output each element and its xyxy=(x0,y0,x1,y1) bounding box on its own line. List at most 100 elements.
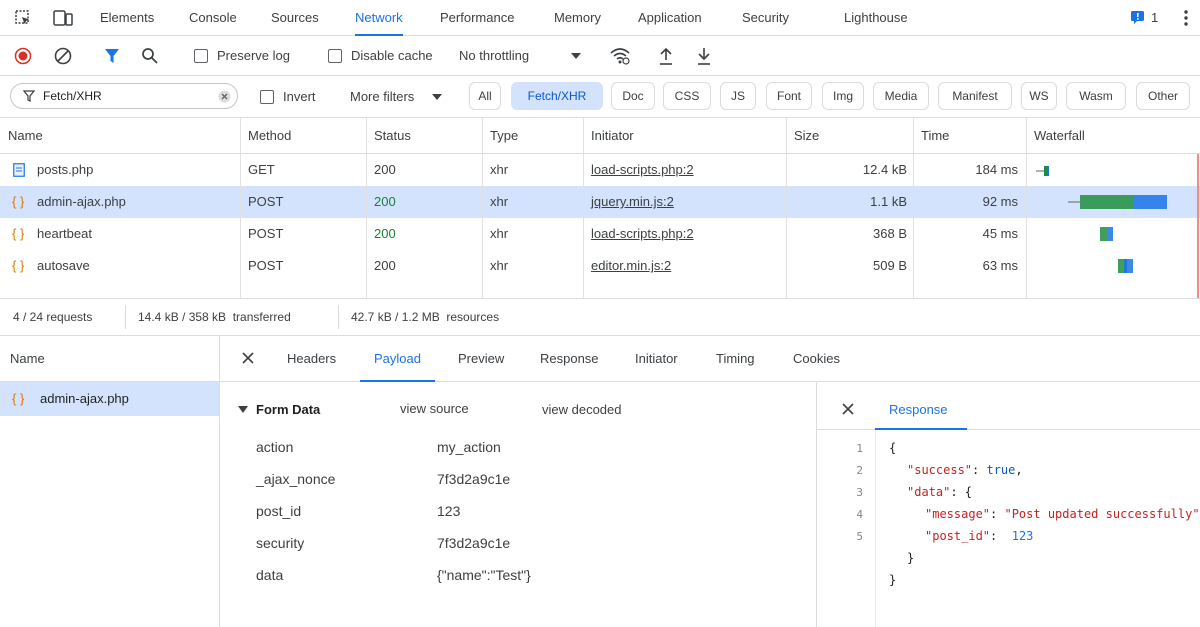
form-data-key: action xyxy=(256,439,294,455)
request-initiator-link[interactable]: editor.min.js:2 xyxy=(591,250,671,282)
request-name: admin-ajax.php xyxy=(37,194,126,209)
tab-network[interactable]: Network xyxy=(355,0,403,36)
table-row[interactable]: { } autosave POST 200 xhr editor.min.js:… xyxy=(0,250,1200,282)
view-decoded-link[interactable]: view decoded xyxy=(542,402,622,417)
json-value: 123 xyxy=(1011,529,1034,543)
column-header-initiator[interactable]: Initiator xyxy=(583,118,634,154)
clear-filter-icon[interactable] xyxy=(218,90,231,103)
request-type: xhr xyxy=(490,162,509,177)
request-time: 184 ms xyxy=(975,162,1018,177)
response-panel-header xyxy=(817,382,1200,430)
request-method: POST xyxy=(248,258,284,273)
detail-tab-response[interactable]: Response xyxy=(540,336,599,382)
column-divider xyxy=(583,118,584,298)
more-filters-chevron-icon[interactable] xyxy=(432,94,442,100)
column-header-name[interactable]: Name xyxy=(0,118,43,154)
column-header-method[interactable]: Method xyxy=(240,118,291,154)
detail-tab-initiator[interactable]: Initiator xyxy=(635,336,678,382)
json-braces-icon: { } xyxy=(12,226,25,241)
filter-chip-other[interactable]: Other xyxy=(1136,82,1190,110)
collapse-triangle-icon[interactable] xyxy=(238,406,248,414)
table-row[interactable]: { } admin-ajax.php POST 200 xhr jquery.m… xyxy=(0,186,1200,218)
filter-chip-ws[interactable]: WS xyxy=(1021,82,1057,110)
resources-size: 42.7 kB / 1.2 MB resources xyxy=(351,310,500,324)
clear-icon[interactable] xyxy=(54,47,72,65)
filter-chip-img[interactable]: Img xyxy=(822,82,864,110)
filter-input-value: Fetch/XHR xyxy=(43,89,102,103)
json-braces-icon: { } xyxy=(12,258,25,273)
filter-chip-wasm[interactable]: Wasm xyxy=(1066,82,1126,110)
close-icon[interactable] xyxy=(841,402,855,416)
name-panel-title: Name xyxy=(10,351,45,366)
response-tab[interactable]: Response xyxy=(889,402,948,417)
preserve-log-label: Preserve log xyxy=(217,48,290,63)
more-filters-button[interactable]: More filters xyxy=(350,89,414,104)
filter-icon[interactable] xyxy=(104,47,120,65)
tab-security[interactable]: Security xyxy=(742,0,789,36)
detail-tab-payload[interactable]: Payload xyxy=(360,336,435,382)
detail-tab-cookies[interactable]: Cookies xyxy=(793,336,840,382)
selected-request-item[interactable]: { } admin-ajax.php xyxy=(0,382,219,416)
json-braces-icon: { } xyxy=(12,194,25,209)
column-header-type[interactable]: Type xyxy=(482,118,518,154)
filter-chip-doc[interactable]: Doc xyxy=(611,82,655,110)
export-har-icon[interactable] xyxy=(696,46,712,66)
filter-chip-font[interactable]: Font xyxy=(766,82,812,110)
status-divider xyxy=(125,305,126,329)
device-toolbar-icon[interactable] xyxy=(53,9,73,27)
form-data-value: 123 xyxy=(437,503,461,519)
request-initiator-link[interactable]: load-scripts.php:2 xyxy=(591,154,694,186)
request-initiator-link[interactable]: jquery.min.js:2 xyxy=(591,186,674,218)
detail-tab-preview[interactable]: Preview xyxy=(458,336,504,382)
table-row[interactable]: posts.php GET 200 xhr load-scripts.php:2… xyxy=(0,154,1200,186)
disable-cache-checkbox[interactable] xyxy=(328,49,342,63)
chevron-down-icon[interactable] xyxy=(571,53,581,59)
request-time: 92 ms xyxy=(982,194,1018,209)
gutter-divider xyxy=(875,430,876,627)
network-conditions-icon[interactable] xyxy=(609,46,631,66)
filter-chip-js[interactable]: JS xyxy=(720,82,756,110)
import-har-icon[interactable] xyxy=(658,46,674,66)
waterfall-bar xyxy=(1036,166,1050,176)
column-header-waterfall[interactable]: Waterfall xyxy=(1026,118,1085,154)
record-icon[interactable] xyxy=(14,47,32,65)
form-data-title: Form Data xyxy=(256,402,321,417)
detail-tab-headers[interactable]: Headers xyxy=(287,336,336,382)
filter-chip-css[interactable]: CSS xyxy=(663,82,711,110)
filter-funnel-icon xyxy=(23,90,35,103)
filter-chip-all[interactable]: All xyxy=(469,82,501,110)
issues-indicator[interactable]: 1 xyxy=(1130,9,1158,25)
throttling-select[interactable]: No throttling xyxy=(459,48,529,63)
inspect-element-icon[interactable] xyxy=(14,9,32,27)
tab-console[interactable]: Console xyxy=(189,0,237,36)
view-source-link[interactable]: view source xyxy=(400,401,469,416)
filter-input[interactable]: Fetch/XHR xyxy=(10,83,238,109)
tab-elements[interactable]: Elements xyxy=(100,0,154,36)
table-row[interactable]: { } heartbeat POST 200 xhr load-scripts.… xyxy=(0,218,1200,250)
tab-performance[interactable]: Performance xyxy=(440,0,514,36)
tab-sources[interactable]: Sources xyxy=(271,0,319,36)
request-size: 509 B xyxy=(873,258,907,273)
invert-checkbox[interactable] xyxy=(260,90,274,104)
column-header-status[interactable]: Status xyxy=(366,118,411,154)
request-initiator-link[interactable]: load-scripts.php:2 xyxy=(591,218,694,250)
tab-lighthouse[interactable]: Lighthouse xyxy=(844,0,908,36)
request-type: xhr xyxy=(490,194,509,209)
tab-memory[interactable]: Memory xyxy=(554,0,601,36)
filter-chip-fetch-xhr[interactable]: Fetch/XHR xyxy=(511,82,603,110)
column-header-size[interactable]: Size xyxy=(786,118,819,154)
waterfall-load-line xyxy=(1197,154,1199,298)
close-icon[interactable] xyxy=(241,351,255,365)
tab-application[interactable]: Application xyxy=(638,0,702,36)
request-size: 12.4 kB xyxy=(862,162,907,177)
column-header-time[interactable]: Time xyxy=(913,118,949,154)
detail-tab-timing[interactable]: Timing xyxy=(716,336,755,382)
filter-chip-media[interactable]: Media xyxy=(873,82,929,110)
filter-chip-manifest[interactable]: Manifest xyxy=(938,82,1012,110)
search-icon[interactable] xyxy=(141,47,159,65)
preserve-log-checkbox[interactable] xyxy=(194,49,208,63)
line-number: 3 xyxy=(856,486,863,499)
json-line: "data": { xyxy=(907,485,973,499)
line-number: 2 xyxy=(856,464,863,477)
more-options-icon[interactable] xyxy=(1183,9,1189,27)
